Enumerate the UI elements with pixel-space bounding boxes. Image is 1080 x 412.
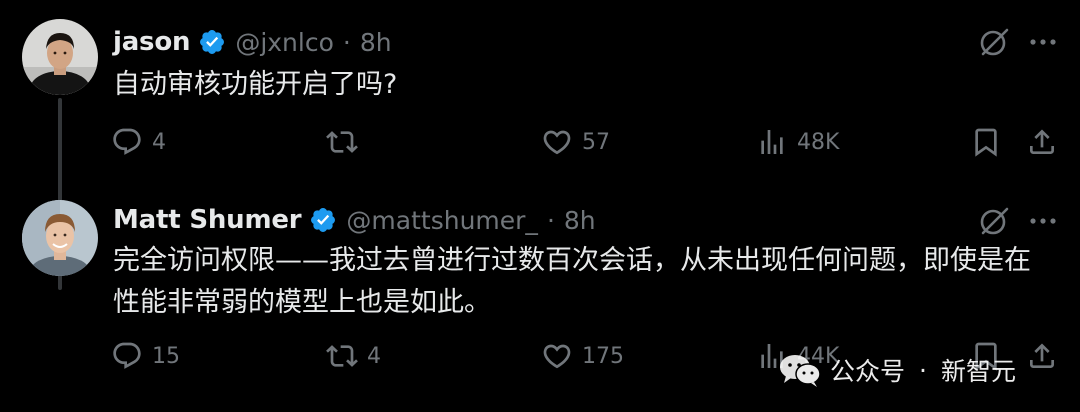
verified-icon: [198, 28, 226, 56]
like-count: 175: [582, 343, 624, 369]
tweet-text: 完全访问权限——我过去曾进行过数百次会话，从未出现任何问题，即使是在 性能非常弱…: [113, 240, 1063, 324]
like-icon: [543, 344, 571, 369]
avatar[interactable]: [22, 200, 98, 276]
views-count: 48K: [797, 129, 840, 155]
share-icon: [1030, 343, 1054, 368]
action-bar: 4 57 48K: [0, 122, 1080, 162]
repost-count: 4: [367, 343, 381, 369]
timestamp[interactable]: 8h: [564, 206, 596, 235]
wechat-icon: [780, 355, 821, 387]
reply-button[interactable]: 4: [111, 122, 166, 162]
repost-button[interactable]: 4: [326, 336, 381, 376]
separator-dot: ·: [546, 205, 555, 235]
like-button[interactable]: 57: [541, 122, 610, 162]
separator-dot: ·: [342, 27, 351, 57]
repost-icon: [326, 345, 358, 367]
author-name[interactable]: Matt Shumer: [113, 205, 302, 235]
views-icon: [761, 130, 783, 154]
tweet-header: Matt Shumer @mattshumer_ · 8h: [113, 198, 596, 242]
grok-icon[interactable]: [976, 24, 1012, 60]
tweet-text-line: 性能非常弱的模型上也是如此。: [113, 287, 491, 318]
reply-icon: [113, 342, 141, 369]
author-name[interactable]: jason: [113, 27, 191, 57]
grok-icon[interactable]: [976, 203, 1012, 239]
share-button[interactable]: [1026, 122, 1058, 162]
wechat-watermark: 公众号 · 新智元: [778, 350, 1016, 390]
tweet-header: jason @jxnlco · 8h: [113, 20, 392, 64]
watermark-name: 新智元: [940, 357, 1016, 386]
repost-button[interactable]: [326, 122, 367, 162]
more-icon[interactable]: [1027, 26, 1059, 58]
share-icon: [1030, 129, 1054, 154]
avatar[interactable]: [22, 19, 98, 95]
watermark-dot: ·: [919, 355, 927, 385]
bookmark-button[interactable]: [970, 122, 1002, 162]
like-icon: [543, 130, 571, 155]
conversation-thread: jason @jxnlco · 8h 自动审核功能开启了吗? 4 57 48K …: [0, 0, 1080, 412]
tweet-text: 自动审核功能开启了吗?: [113, 64, 1063, 106]
bookmark-icon: [975, 128, 997, 157]
more-icon[interactable]: [1027, 205, 1059, 237]
timestamp[interactable]: 8h: [360, 28, 392, 57]
reply-icon: [113, 128, 141, 155]
reply-button[interactable]: 15: [111, 336, 180, 376]
tweet-text-line: 完全访问权限——我过去曾进行过数百次会话，从未出现任何问题，即使是在: [113, 245, 1031, 276]
like-button[interactable]: 175: [541, 336, 624, 376]
share-button[interactable]: [1026, 336, 1058, 376]
reply-count: 4: [152, 129, 166, 155]
author-handle[interactable]: @mattshumer_: [346, 206, 538, 235]
repost-icon: [326, 131, 358, 153]
tweet-text-line: 自动审核功能开启了吗?: [113, 69, 398, 100]
author-handle[interactable]: @jxnlco: [235, 28, 334, 57]
watermark-source: 公众号: [830, 357, 906, 386]
views-button[interactable]: 48K: [756, 122, 839, 162]
like-count: 57: [582, 129, 610, 155]
verified-icon: [309, 206, 337, 234]
reply-count: 15: [152, 343, 180, 369]
tweet[interactable]: jason @jxnlco · 8h 自动审核功能开启了吗? 4 57 48K: [0, 0, 1080, 190]
